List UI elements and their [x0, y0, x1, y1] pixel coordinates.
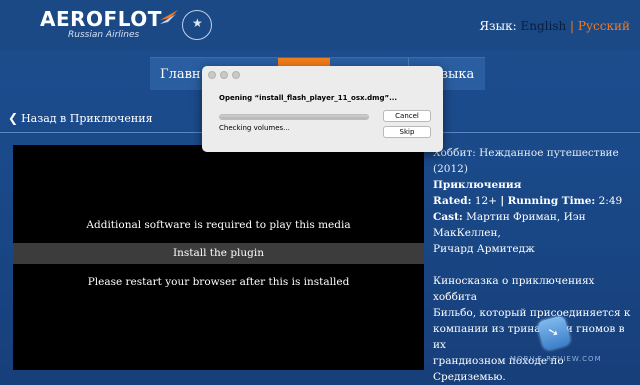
language-english-link[interactable]: English — [520, 19, 566, 33]
back-link[interactable]: ❮ Назад в Приключения — [8, 111, 153, 125]
language-switcher: Язык: English | Русский — [479, 19, 630, 33]
cast-line: Ричард Армитедж — [433, 243, 535, 255]
skip-button[interactable]: Skip — [383, 126, 431, 138]
movie-title: Хоббит: Нежданное путешествие (2012) — [433, 147, 619, 175]
close-window-icon[interactable] — [208, 71, 216, 79]
dialog-title: Opening “install_flash_player_11_osx.dmg… — [219, 94, 398, 102]
watermark-text: MOBILE-REVIEW.COM — [510, 355, 602, 363]
zoom-window-icon[interactable] — [232, 71, 240, 79]
logo-text: AEROFLOT — [40, 7, 162, 31]
description-line: Киносказка о приключениях хоббита — [433, 275, 595, 303]
logo-subtitle: Russian Airlines — [68, 30, 140, 40]
progress-bar — [219, 114, 369, 120]
language-separator: | — [570, 19, 575, 33]
movie-description: Киносказка о приключениях хоббита Бильбо… — [433, 273, 633, 385]
meta-divider: | — [500, 195, 505, 207]
rated-value: 12+ — [474, 195, 498, 207]
chevron-left-icon: ❮ — [8, 111, 19, 125]
language-russian-link[interactable]: Русский — [578, 19, 630, 33]
dialog-status: Checking volumes... — [219, 124, 290, 132]
aeroflot-logo[interactable]: AEROFLOT Russian Airlines ★ — [40, 7, 212, 40]
language-label: Язык: — [479, 19, 517, 33]
movie-rating-runtime: Rated: 12+ | Running Time: 2:49 — [433, 193, 633, 209]
media-player: Additional software is required to play … — [13, 145, 424, 370]
install-plugin-button[interactable]: Install the plugin — [13, 243, 424, 264]
movie-genre: Приключения — [433, 179, 522, 191]
description-line: Бильбо, который присоединяется к — [433, 307, 631, 319]
seal-icon: ★ — [182, 10, 212, 40]
cancel-button[interactable]: Cancel — [383, 110, 431, 122]
wing-icon — [160, 10, 178, 24]
progress-fill — [220, 115, 368, 119]
movie-info: Хоббит: Нежданное путешествие (2012) При… — [433, 145, 633, 385]
restart-message: Please restart your browser after this i… — [87, 276, 350, 288]
plugin-required-message: Additional software is required to play … — [86, 219, 351, 231]
header: AEROFLOT Russian Airlines ★ Язык: Englis… — [0, 0, 640, 50]
back-link-label: Назад в Приключения — [21, 112, 153, 125]
running-time-value: 2:49 — [598, 195, 623, 207]
download-dialog: Opening “install_flash_player_11_osx.dmg… — [202, 66, 443, 152]
cast-label: Cast: — [433, 211, 463, 223]
running-time-label: Running Time: — [507, 195, 596, 207]
rated-label: Rated: — [433, 195, 472, 207]
minimize-window-icon[interactable] — [220, 71, 228, 79]
movie-cast: Cast: Мартин Фриман, Иэн МакКеллен, — [433, 209, 633, 241]
description-line: компании из тринадцати гномов в их — [433, 323, 625, 351]
